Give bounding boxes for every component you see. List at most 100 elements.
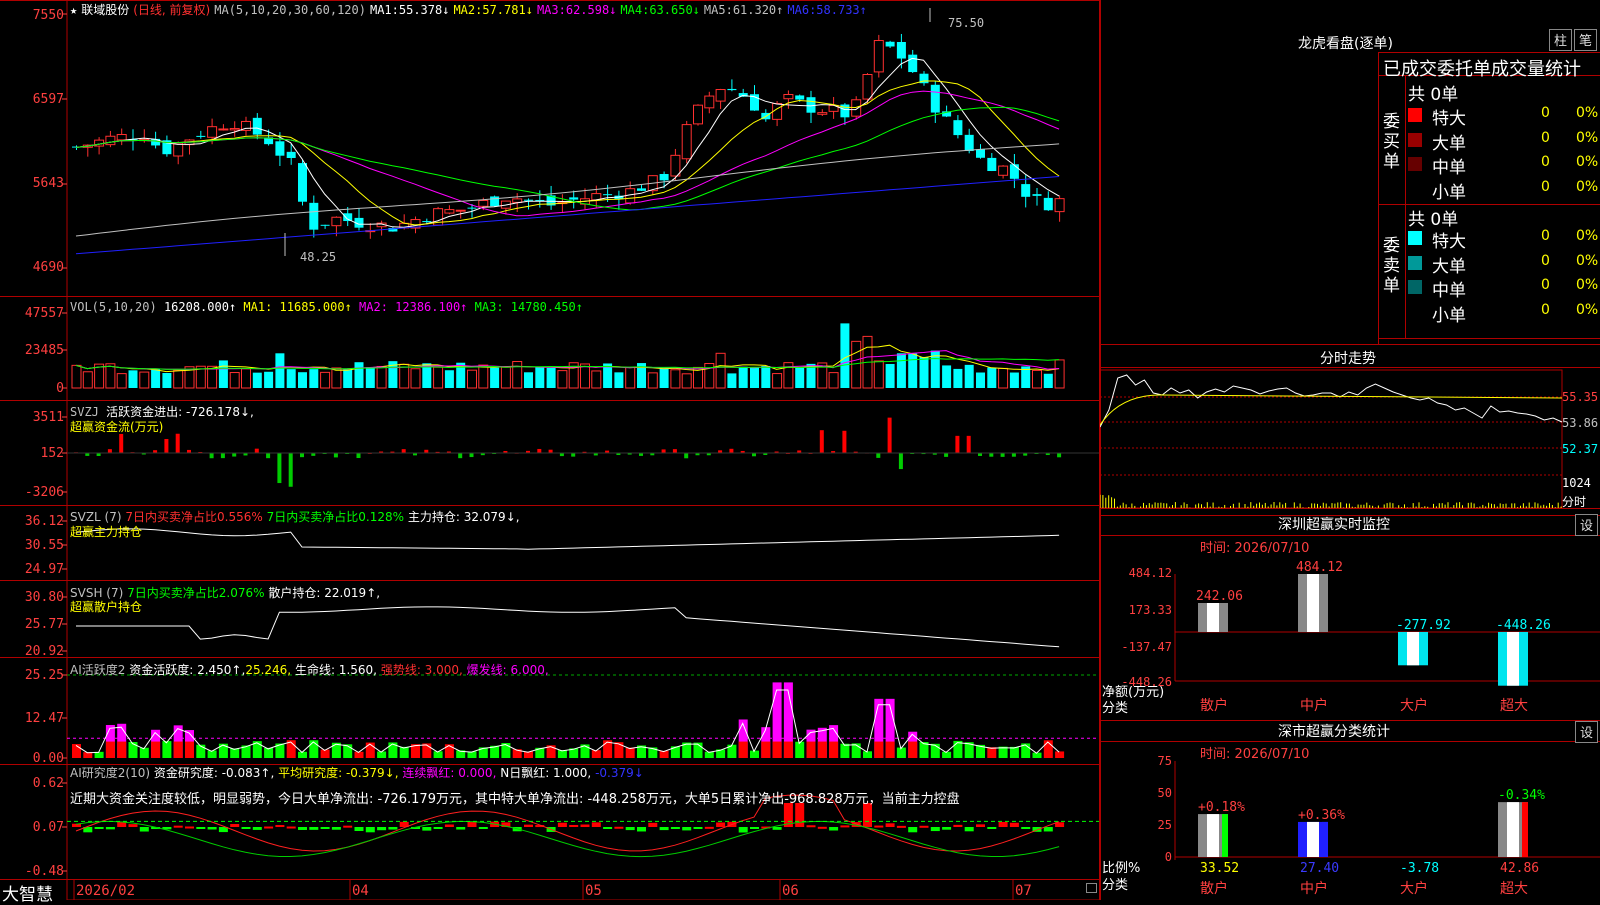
cls-category-name: 超大 — [1500, 881, 1528, 897]
volume-bar-down — [1043, 373, 1053, 388]
vol-value: 16208.000↑ — [163, 300, 237, 314]
activity-bar — [863, 751, 872, 758]
volume-bar-up — [331, 367, 342, 389]
sell-row: 小单 0 0% — [1408, 301, 1600, 326]
ai1-b: 25.246, — [245, 663, 292, 677]
candle-up — [512, 198, 523, 203]
research-bar — [1021, 827, 1031, 829]
volume-bar-up — [500, 366, 511, 389]
research-bar — [422, 827, 432, 831]
activity-bar-base — [783, 741, 793, 758]
volume-bar-up — [591, 370, 602, 389]
fund-flow-bar — [401, 449, 406, 453]
color-swatch-icon — [1408, 255, 1422, 270]
volume-bar-down — [976, 372, 985, 388]
sz-bar-value: -448.26 — [1496, 618, 1551, 633]
fund-flow-bar — [876, 453, 881, 458]
volume-bar-down — [795, 367, 805, 388]
sz-category-name: 大户 — [1400, 697, 1428, 714]
volume-bar-down — [365, 367, 375, 388]
volume-bar-up — [433, 366, 444, 389]
svzl-axis-label: 24.97 — [24, 562, 64, 577]
candle-down — [1043, 197, 1053, 211]
ai1-header: AI活跃度2 资金活跃度: 2.450↑,25.246, 生命线: 1.560,… — [70, 661, 549, 678]
ai2-axis-label: -0.48 — [24, 864, 64, 879]
candle-up — [444, 209, 455, 214]
research-bar — [738, 827, 748, 833]
fund-flow-bar — [469, 453, 474, 458]
buy-count: 共 0单 — [1408, 85, 1459, 105]
volume-bar-up — [557, 370, 568, 389]
intraday-avg-line — [1100, 394, 1563, 426]
color-swatch-icon — [1408, 280, 1422, 294]
svzl-c: 主力持仓: 32.079↓, — [407, 510, 520, 524]
activity-bar — [162, 741, 172, 758]
tick-view-button[interactable]: 笔 — [1574, 29, 1597, 51]
research-bar — [637, 827, 646, 832]
candle-up — [783, 94, 794, 100]
candle-down — [275, 141, 285, 156]
period-mode[interactable]: (日线, 前复权) — [133, 3, 210, 17]
fund-flow-bar — [1057, 453, 1062, 458]
fund-flow-bar — [1011, 453, 1016, 457]
monitor-bar-highlight — [1307, 574, 1319, 632]
cls-bar-change: +0.18% — [1198, 800, 1245, 815]
sell-row: 中单 0 0% — [1408, 276, 1600, 301]
bar-view-button[interactable]: 柱 — [1549, 29, 1572, 51]
vol-ma1: MA1: 11685.000↑ — [243, 300, 352, 314]
ai1-axis-label: 12.47 — [24, 711, 64, 726]
vol-title: VOL(5,10,20) — [70, 300, 157, 314]
fund-flow-bar — [254, 448, 259, 453]
sz-settings-button[interactable]: 设 — [1575, 514, 1598, 536]
fund-flow-bar — [887, 417, 892, 453]
volume-bar-up — [625, 366, 636, 389]
research-bar — [185, 826, 194, 829]
volume-bar-down — [354, 362, 364, 388]
candle-down — [490, 196, 500, 207]
activity-bar — [399, 746, 409, 758]
activity-bar — [354, 751, 364, 758]
volume-bar-up — [399, 363, 410, 389]
volume-bar-down — [908, 353, 918, 388]
svsh-axis-label: 30.80 — [24, 590, 64, 605]
sz-axis-label: -137.47 — [1121, 640, 1172, 654]
svzl-axis-label: 30.55 — [24, 538, 64, 553]
volume-bar-down — [252, 372, 262, 388]
volume-bar-down — [286, 369, 296, 388]
fund-flow-bar — [989, 453, 994, 457]
research-bar — [1009, 822, 1019, 827]
candle-up — [693, 104, 703, 125]
main-chart-area[interactable]: ★ 联域股份 (日线, 前复权) MA(5,10,20,30,60,120) MA1:5… — [0, 0, 1100, 905]
sz-category-name: 中户 — [1300, 697, 1328, 714]
activity-bar-base — [874, 741, 884, 758]
date-label: 04 — [352, 883, 369, 899]
svzj-subtitle: 超赢资金流(万元) — [70, 420, 164, 434]
volume-bar-up — [873, 360, 884, 389]
monitor-bar-highlight — [1407, 632, 1419, 666]
research-bar — [885, 823, 895, 827]
table-title: 已成交委托单成交量统计 — [1383, 59, 1581, 80]
fund-flow-bar — [944, 453, 949, 457]
svzl-line — [75, 528, 1060, 550]
fund-flow-bar — [458, 453, 463, 459]
fund-flow-bar — [966, 435, 971, 453]
research-bar — [207, 827, 217, 830]
research-bar — [716, 822, 726, 827]
research-bar — [252, 827, 262, 830]
activity-bar — [298, 751, 307, 758]
monitor-bar-highlight — [1507, 632, 1519, 686]
ai2-header: AI研究度2(10) 资金研究度: -0.083↑, 平均研究度: -0.379… — [70, 764, 644, 781]
buy-type: 中单 — [1432, 158, 1466, 178]
cls-stats-title: 深市超赢分类统计 — [1278, 724, 1390, 740]
ma4-label: MA4: — [620, 3, 650, 17]
research-bar — [524, 824, 533, 827]
intraday-title[interactable]: 分时走势 — [1320, 348, 1376, 368]
lock-icon[interactable] — [1086, 883, 1097, 893]
ai2-axis-label: 0.07 — [32, 820, 64, 835]
color-swatch-icon — [1408, 108, 1422, 122]
candle-down — [343, 213, 353, 222]
cls-settings-button[interactable]: 设 — [1575, 721, 1598, 743]
price-axis-label: 4690 — [32, 260, 64, 275]
volume-bar-up — [116, 373, 127, 389]
research-bar — [557, 822, 567, 827]
